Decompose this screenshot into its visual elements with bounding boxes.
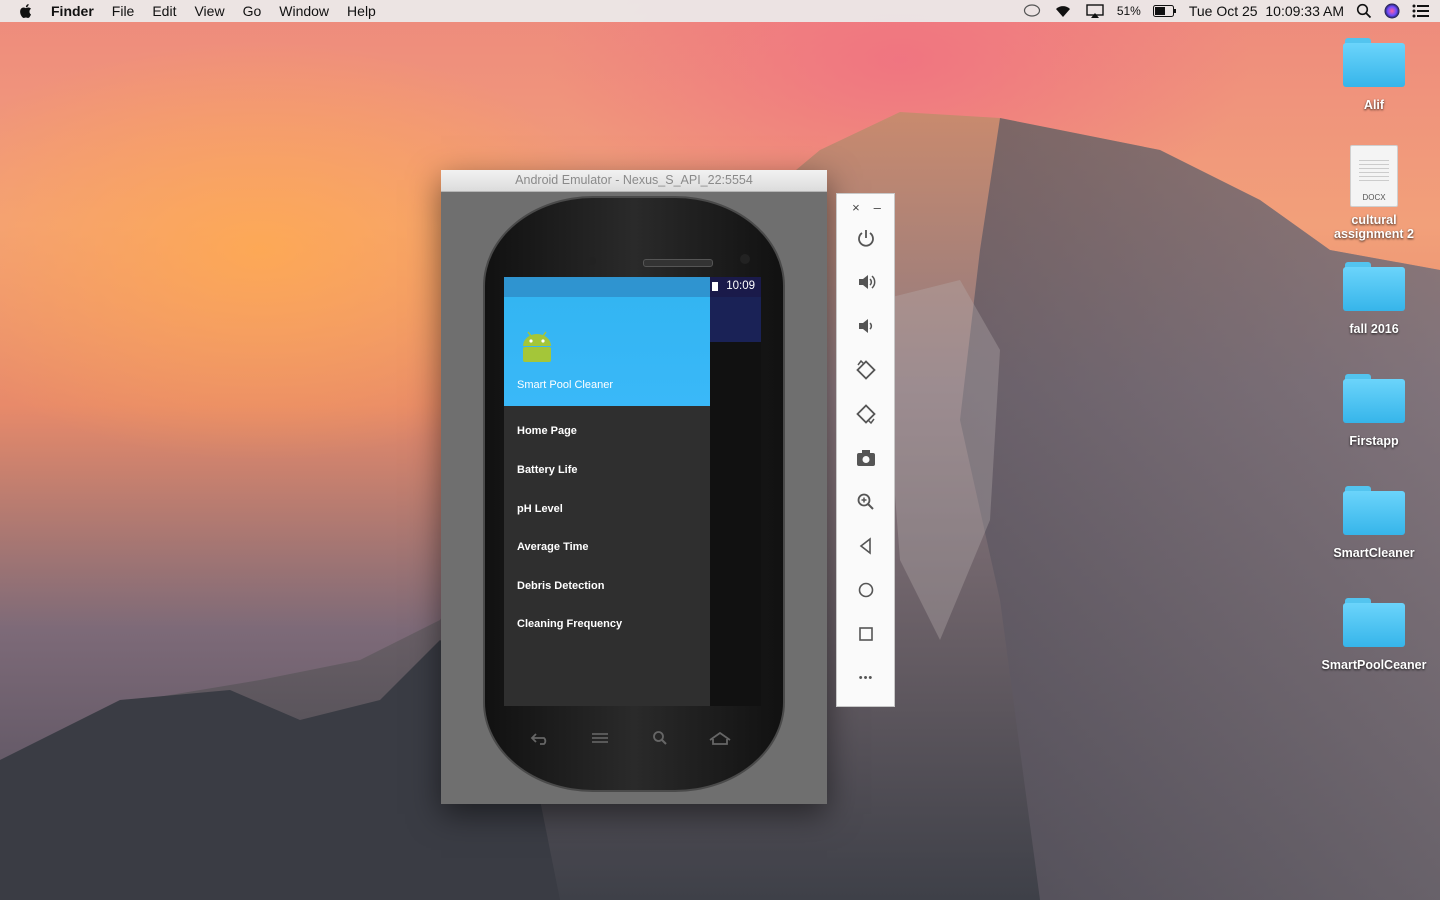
app-menu-finder[interactable]: Finder — [42, 0, 103, 22]
drawer-item-ph-level[interactable]: pH Level — [517, 503, 563, 515]
rotate-left-icon[interactable] — [854, 358, 878, 382]
earpiece — [643, 259, 713, 267]
wifi-icon[interactable] — [1053, 0, 1073, 22]
phone-hardware-buttons — [520, 725, 740, 751]
battery-percent: 51% — [1116, 4, 1141, 18]
home-circle-icon[interactable] — [854, 578, 878, 602]
notification-bubble-icon[interactable] — [1023, 0, 1041, 22]
desktop-icon-alif[interactable]: Alif — [1319, 38, 1429, 112]
phone-screen: 4G 10:09 Smart Pool Cleaner Home Page Ba… — [504, 277, 761, 706]
front-camera — [740, 254, 750, 264]
docx-file-icon: DOCX — [1350, 145, 1398, 207]
drawer-item-debris-detection[interactable]: Debris Detection — [517, 580, 604, 592]
menu-hardware-icon[interactable] — [580, 725, 620, 751]
desktop-icon-firstapp[interactable]: Firstapp — [1319, 374, 1429, 448]
menu-bar: Finder File Edit View Go Window Help 51%… — [0, 0, 1440, 22]
search-hardware-icon[interactable] — [640, 725, 680, 751]
drawer-header: Smart Pool Cleaner — [504, 277, 710, 406]
desktop-icon-label: cultural assignment 2 — [1334, 213, 1414, 241]
notification-center-icon[interactable] — [1412, 0, 1430, 22]
desktop-icon-label: SmartPoolCeaner — [1321, 658, 1427, 672]
status-time: 10:09 — [726, 280, 755, 292]
back-hardware-icon[interactable] — [520, 725, 560, 751]
menu-clock[interactable]: Tue Oct 25 10:09:33 AM — [1189, 3, 1344, 19]
overview-square-icon[interactable] — [854, 622, 878, 646]
drawer-title: Smart Pool Cleaner — [517, 379, 613, 391]
drawer-item-average-time[interactable]: Average Time — [517, 541, 589, 553]
folder-icon — [1343, 38, 1405, 88]
menu-view[interactable]: View — [185, 0, 233, 22]
menu-help[interactable]: Help — [338, 0, 385, 22]
power-button-icon[interactable] — [854, 226, 878, 250]
camera-icon[interactable] — [854, 446, 878, 470]
desktop-icon-label: Alif — [1363, 98, 1385, 112]
navigation-drawer: Smart Pool Cleaner Home Page Battery Lif… — [504, 277, 710, 706]
proximity-sensor — [586, 257, 596, 265]
menu-go[interactable]: Go — [234, 0, 271, 22]
desktop-icon-smartpoolceaner[interactable]: SmartPoolCeaner — [1319, 598, 1429, 672]
drawer-item-cleaning-frequency[interactable]: Cleaning Frequency — [517, 618, 622, 630]
desktop-icon-label: SmartCleaner — [1333, 546, 1415, 560]
folder-icon — [1343, 374, 1405, 424]
app-toolbar — [710, 297, 761, 342]
zoom-icon[interactable] — [854, 490, 878, 514]
airplay-icon[interactable] — [1085, 0, 1105, 22]
desktop-icon-fall-2016[interactable]: fall 2016 — [1319, 262, 1429, 336]
desktop-icon-label: Firstapp — [1349, 434, 1399, 448]
back-triangle-icon[interactable] — [854, 534, 878, 558]
volume-down-icon[interactable] — [854, 314, 878, 338]
more-options-icon[interactable]: ••• — [854, 666, 878, 690]
folder-icon — [1343, 598, 1405, 648]
drawer-item-battery-life[interactable]: Battery Life — [517, 464, 578, 476]
desktop-icon-smartcleaner[interactable]: SmartCleaner — [1319, 486, 1429, 560]
home-hardware-icon[interactable] — [700, 725, 740, 751]
battery-icon[interactable] — [1152, 0, 1177, 22]
drawer-item-home-page[interactable]: Home Page — [517, 425, 577, 437]
desktop-icon-label: fall 2016 — [1349, 322, 1399, 336]
toolbar-minimize-button[interactable]: – — [874, 200, 881, 215]
toolbar-close-button[interactable]: × — [852, 200, 860, 215]
rotate-right-icon[interactable] — [854, 402, 878, 426]
menu-window[interactable]: Window — [270, 0, 338, 22]
siri-icon[interactable] — [1384, 0, 1400, 22]
menu-file[interactable]: File — [103, 0, 144, 22]
folder-icon — [1343, 262, 1405, 312]
volume-up-icon[interactable] — [854, 270, 878, 294]
emulator-toolbar: × – ••• — [836, 193, 895, 707]
apple-menu-icon[interactable] — [10, 0, 42, 22]
desktop-icon-cultural-assignment[interactable]: DOCX cultural assignment 2 — [1319, 145, 1429, 241]
folder-icon — [1343, 486, 1405, 536]
menu-edit[interactable]: Edit — [143, 0, 185, 22]
emulator-title[interactable]: Android Emulator - Nexus_S_API_22:5554 — [441, 170, 827, 192]
spotlight-search-icon[interactable] — [1356, 0, 1372, 22]
android-logo-icon — [523, 331, 551, 362]
